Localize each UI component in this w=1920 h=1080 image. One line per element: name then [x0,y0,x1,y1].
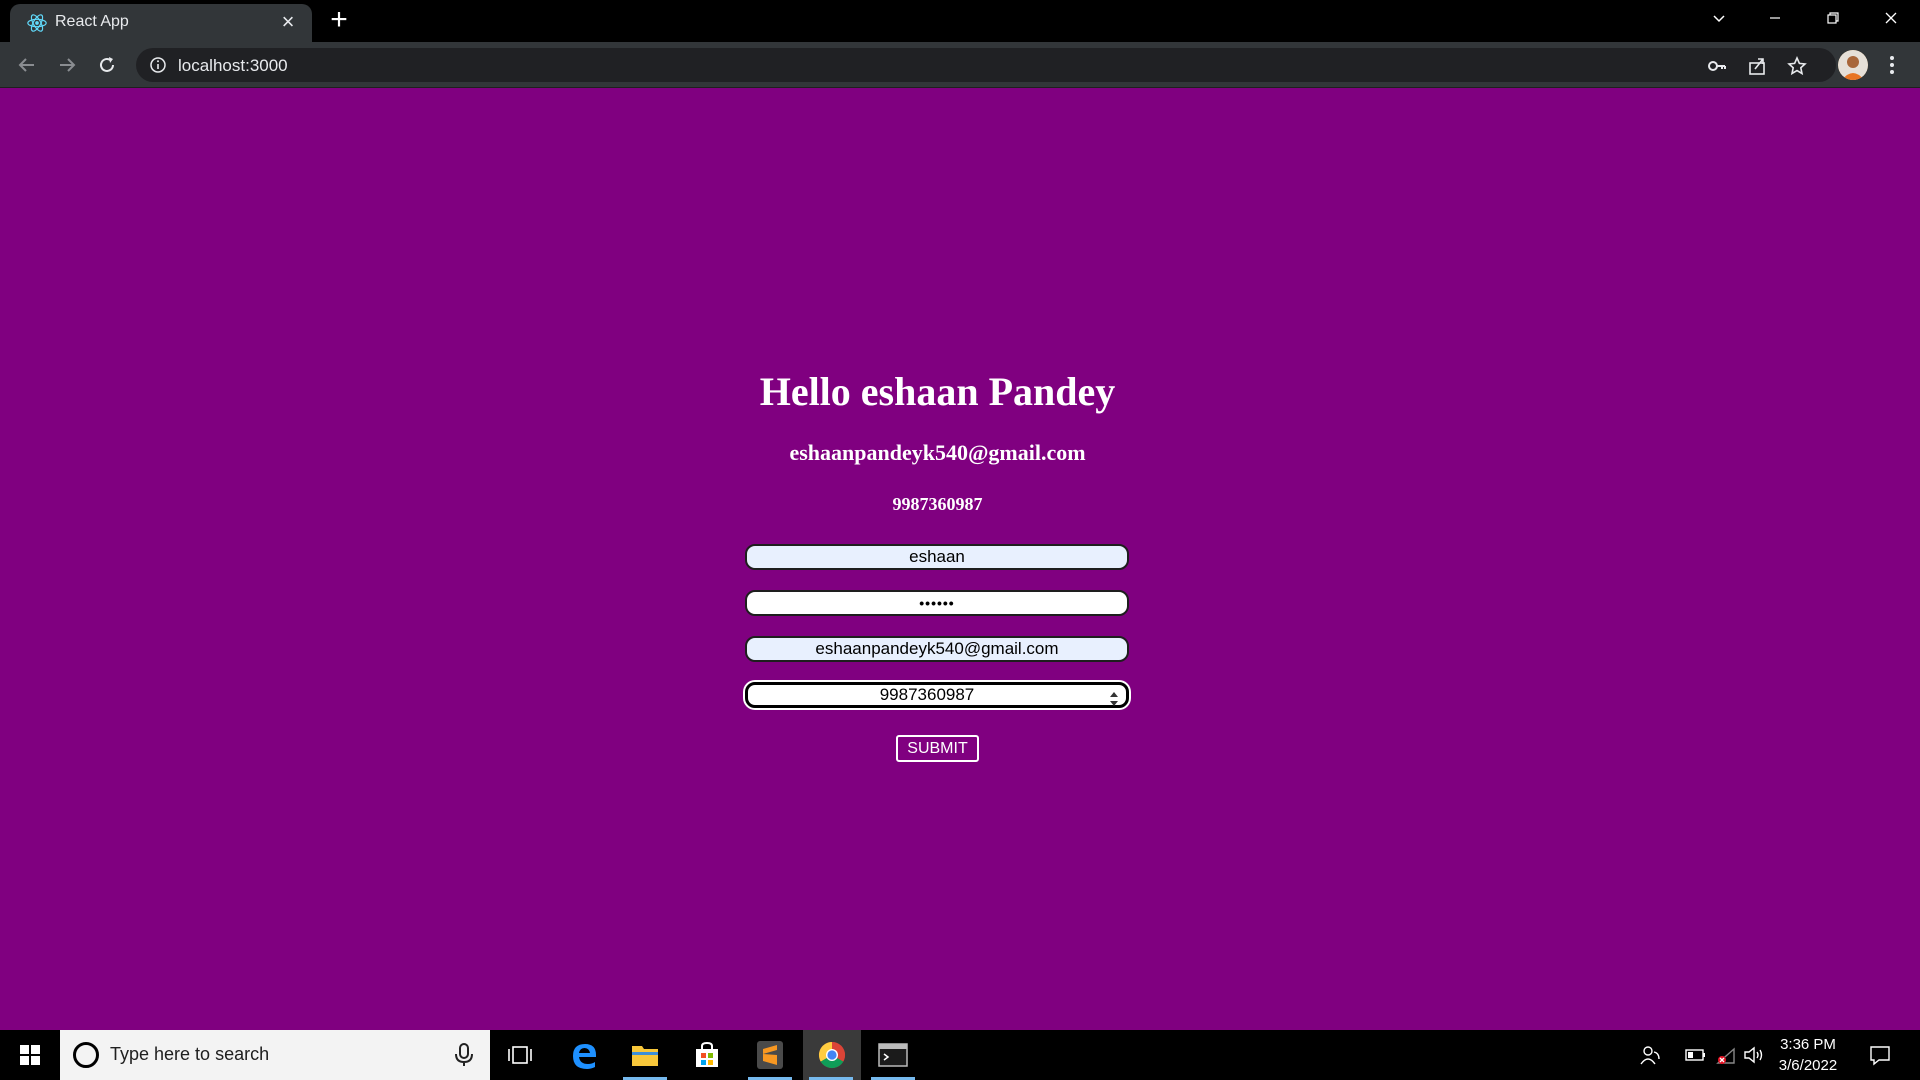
system-clock[interactable]: 3:36 PM 3/6/2022 [1768,1034,1848,1076]
browser-tab-strip: React App × + [0,0,1920,42]
user-email-text: eshaanpandeyk540@gmail.com [789,440,1086,465]
tab-close-icon[interactable]: × [276,10,300,34]
windows-logo-icon [20,1045,40,1065]
task-view-icon[interactable] [492,1030,548,1080]
chrome-icon[interactable] [803,1030,861,1080]
browser-toolbar: localhost:3000 [0,42,1920,88]
greeting-heading: Hello eshaan Pandey [759,369,1116,414]
battery-icon[interactable] [1682,1030,1710,1080]
bookmark-star-icon[interactable] [1786,55,1808,77]
edge-icon[interactable] [556,1030,612,1080]
terminal-icon[interactable] [865,1030,921,1080]
password-input[interactable]: •••••• [745,590,1129,616]
page-content: Hello eshaan Pandey eshaanpandeyk540@gma… [0,88,1920,1030]
email-input[interactable] [745,636,1129,662]
site-info-icon[interactable] [148,55,168,75]
forward-button[interactable] [52,50,82,80]
tab-title: React App [55,13,129,30]
new-tab-button[interactable]: + [324,5,354,35]
taskbar-search-box[interactable]: Type here to search [60,1030,490,1080]
close-window-button[interactable] [1868,6,1914,34]
url-text[interactable]: localhost:3000 [178,56,288,76]
microphone-icon[interactable] [452,1042,476,1068]
phone-number-input[interactable] [745,682,1129,708]
address-bar[interactable]: localhost:3000 [136,48,1836,82]
name-input[interactable] [745,544,1129,570]
user-phone-text: 9987360987 [892,494,983,514]
store-icon[interactable] [679,1030,735,1080]
windows-taskbar: Type here to search 3:36 PM 3/6/2022 [0,1030,1920,1080]
react-logo-icon [27,14,47,32]
minimize-button[interactable] [1752,6,1798,34]
notification-center-icon[interactable] [1866,1030,1894,1080]
password-masked-value: •••••• [919,595,955,611]
restore-button[interactable] [1810,6,1856,34]
cortana-circle-icon [73,1042,99,1068]
key-icon[interactable] [1706,55,1728,77]
clock-time: 3:36 PM [1780,1036,1836,1053]
start-button[interactable] [0,1030,60,1080]
submit-button[interactable]: SUBMIT [896,735,979,762]
reload-button[interactable] [92,50,122,80]
profile-avatar[interactable] [1838,50,1868,80]
search-placeholder: Type here to search [110,1044,270,1064]
people-icon[interactable] [1636,1030,1664,1080]
tab-search-chevron-icon[interactable] [1696,6,1742,34]
file-explorer-icon[interactable] [617,1030,673,1080]
share-icon[interactable] [1746,55,1768,77]
number-spinner-icon[interactable] [1107,687,1121,711]
browser-menu-icon[interactable] [1880,50,1904,80]
clock-date: 3/6/2022 [1778,1057,1838,1074]
network-disconnected-icon[interactable] [1712,1030,1740,1080]
sublime-text-icon[interactable] [742,1030,798,1080]
back-button[interactable] [12,50,42,80]
volume-icon[interactable] [1740,1030,1768,1080]
tab-react-app[interactable]: React App × [10,4,312,42]
